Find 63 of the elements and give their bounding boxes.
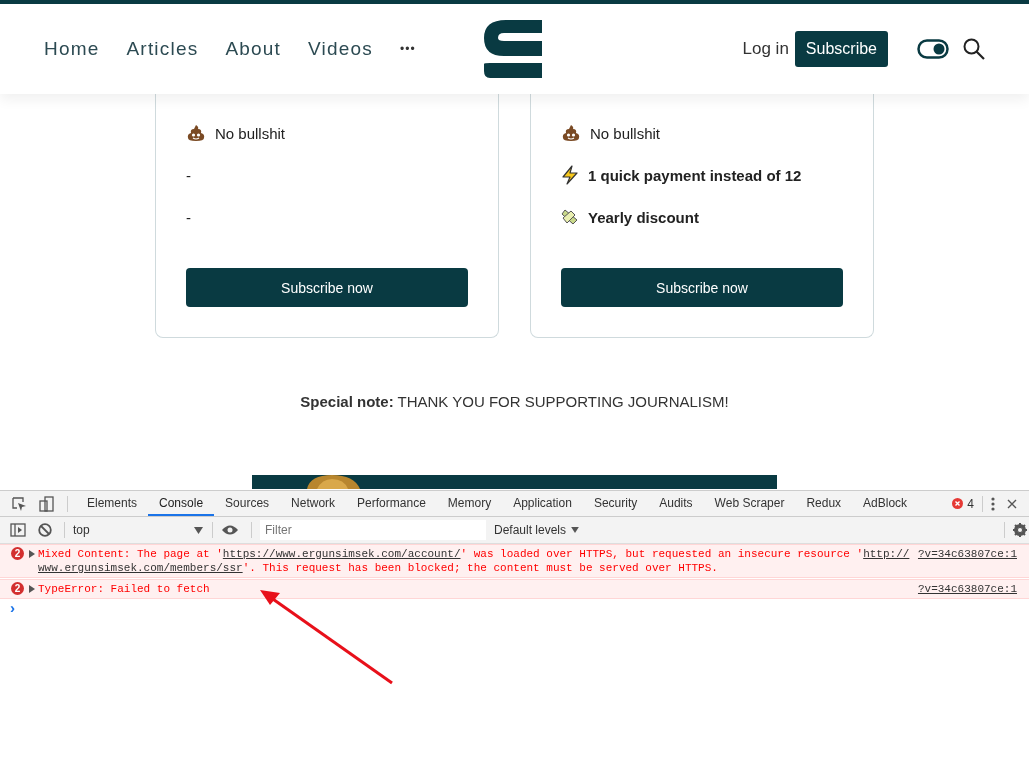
feature-text: No bullshit (590, 124, 661, 142)
feature-text: - (186, 208, 191, 226)
nav-link[interactable]: Articles (126, 38, 199, 60)
poop-icon (561, 124, 581, 142)
subscribe-now-button[interactable]: Subscribe now (561, 268, 843, 307)
settings-icon[interactable] (1013, 523, 1027, 537)
subscribe-now-button[interactable]: Subscribe now (186, 268, 468, 307)
devtools-tab[interactable]: Security (582, 491, 649, 516)
expand-icon[interactable] (29, 550, 35, 558)
eye-icon[interactable] (221, 524, 239, 536)
dropdown-icon (571, 527, 580, 533)
filter-field[interactable]: Filter (260, 520, 486, 540)
inspect-icon[interactable] (11, 495, 27, 512)
url-link[interactable]: https://www.ergunsimsek.com/account/ (222, 548, 461, 560)
nav-link[interactable]: Videos (308, 38, 373, 60)
error-text: TypeError: Failed to fetch (38, 583, 210, 595)
logo-icon[interactable] (484, 20, 544, 78)
special-note: Special note: THANK YOU FOR SUPPORTING JOURNALISM! (299, 393, 730, 410)
error-text: ' was loaded over HTTPS, but requested an insecure resource ' (460, 548, 864, 560)
error-icon (952, 498, 964, 509)
console-prompt[interactable]: › (0, 600, 1029, 616)
feature-text: No bullshit (215, 124, 286, 142)
error-text: Mixed Content: The page at ' (38, 548, 223, 560)
search-icon[interactable] (963, 38, 985, 60)
more-options-icon[interactable] (991, 496, 995, 511)
devtools-tab[interactable]: Sources (214, 491, 281, 516)
devtools-tab[interactable]: Network (280, 491, 347, 516)
error-text: '. This request has been blocked; the content must be served over HTTPS. (242, 562, 718, 574)
dropdown-icon (194, 526, 203, 534)
login-link[interactable]: Log in (742, 39, 789, 59)
url-link[interactable]: www.ergunsimsek.com/members/ssr (38, 562, 243, 574)
sidebar-icon[interactable] (10, 523, 26, 537)
feature-text: - (186, 166, 191, 184)
url-link[interactable]: http:// (863, 548, 910, 560)
source-link[interactable]: ?v=34c63807ce:1 (917, 582, 1017, 596)
count-badge: 2 (11, 582, 24, 595)
clear-icon[interactable] (38, 523, 52, 537)
poop-icon (186, 124, 206, 142)
device-icon[interactable] (39, 495, 55, 512)
close-icon[interactable] (1007, 498, 1017, 509)
count-badge: 2 (11, 547, 24, 560)
banknote-icon (561, 208, 579, 226)
lightning-icon (561, 165, 579, 185)
subscribe-button[interactable]: Subscribe (794, 31, 888, 67)
devtools-tab[interactable]: AdBlock (852, 491, 919, 516)
devtools-tab[interactable]: Redux (795, 491, 853, 516)
error-count[interactable]: 4 (952, 496, 974, 511)
nav-link[interactable]: About (225, 38, 282, 60)
nav-link[interactable]: Home (44, 38, 100, 60)
theme-toggle[interactable] (917, 39, 949, 59)
devtools-tab[interactable]: Memory (436, 491, 503, 516)
more-menu[interactable]: ••• (400, 42, 416, 56)
devtools-tab[interactable]: Application (502, 491, 583, 516)
levels-select[interactable]: Default levels (494, 523, 580, 537)
devtools-tab[interactable]: Audits (648, 491, 704, 516)
expand-icon[interactable] (29, 585, 35, 593)
context-select[interactable]: top (73, 523, 203, 537)
devtools-tab[interactable]: Elements (76, 491, 149, 516)
feature-text: 1 quick payment instead of 12 (588, 166, 802, 184)
source-link[interactable]: ?v=34c63807ce:1 (917, 547, 1017, 561)
devtools-tab[interactable]: Performance (346, 491, 437, 516)
devtools-tab[interactable]: Web Scraper (703, 491, 796, 516)
feature-text: Yearly discount (588, 208, 699, 226)
